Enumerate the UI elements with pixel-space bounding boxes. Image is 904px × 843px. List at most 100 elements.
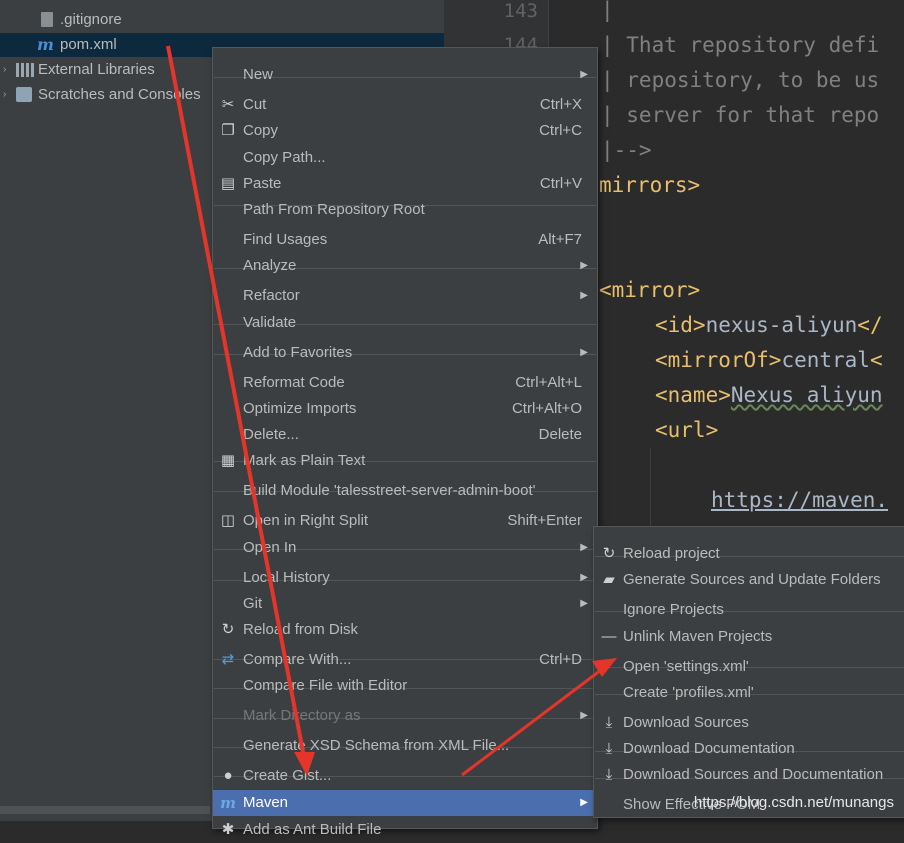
- copy-icon: ❐: [221, 122, 235, 139]
- menu-item-validate[interactable]: Validate: [213, 310, 597, 336]
- compare-icon: ⇄: [221, 651, 235, 668]
- shortcut-label: Ctrl+V: [539, 175, 582, 192]
- menu-item-copy[interactable]: ❐ Copy Ctrl+C: [213, 118, 597, 144]
- menu-item-maven[interactable]: m Maven ▶: [213, 790, 597, 816]
- menu-item-local-history[interactable]: Local History ▶: [213, 565, 597, 591]
- menu-item-label: Unlink Maven Projects: [623, 628, 773, 645]
- code-line-url[interactable]: https://maven.: [711, 488, 888, 512]
- chevron-right-icon[interactable]: ›: [3, 83, 6, 107]
- github-icon: ●: [223, 767, 233, 784]
- code-line: | repository, to be us: [601, 68, 880, 92]
- shortcut-label: Ctrl+Alt+L: [515, 374, 582, 391]
- maven-submenu: ↻ Reload project ▰ Generate Sources and Upd…: [593, 526, 904, 818]
- menu-item-label: Paste: [243, 175, 282, 192]
- menu-item-download-sources[interactable]: ⤓ Download Sources: [594, 710, 904, 736]
- menu-item-create-gist[interactable]: ● Create Gist...: [213, 763, 597, 789]
- menu-item-path-from-repository-root[interactable]: Path From Repository Root: [213, 197, 597, 223]
- menu-item-open-settings-xml[interactable]: Open 'settings.xml': [594, 654, 904, 680]
- menu-item-build-module-talesstreet-server-admin-boot[interactable]: Build Module 'talesstreet-server-admin-b…: [213, 478, 597, 504]
- menu-item-new[interactable]: New ▶: [213, 62, 597, 88]
- menu-item-label: Find Usages: [243, 231, 328, 248]
- gitignore-file-icon: [41, 12, 53, 27]
- menu-item-label: Path From Repository Root: [243, 201, 425, 218]
- shortcut-label: Shift+Enter: [507, 512, 582, 529]
- menu-item-label: Download Sources and Documentation: [623, 766, 884, 783]
- menu-item-open-in-right-split[interactable]: ◫ Open in Right Split Shift+Enter: [213, 508, 597, 534]
- menu-item-compare-with[interactable]: ⇄ Compare With... Ctrl+D: [213, 647, 597, 673]
- shortcut-label: Ctrl+Alt+O: [511, 400, 582, 417]
- tree-item-label: .gitignore: [60, 11, 122, 28]
- maven-file-icon: m: [37, 35, 54, 54]
- menu-item-label: Compare File with Editor: [243, 677, 408, 694]
- line-number: 143: [503, 0, 538, 22]
- menu-item-download-documentation[interactable]: ⤓ Download Documentation: [594, 736, 904, 762]
- menu-item-analyze[interactable]: Analyze ▶: [213, 253, 597, 279]
- menu-item-label: Mark as Plain Text: [243, 452, 366, 469]
- menu-item-label: Generate Sources and Update Folders: [623, 571, 881, 588]
- shortcut-label: Ctrl+X: [539, 96, 582, 113]
- menu-item-mark-as-plain-text[interactable]: ▦ Mark as Plain Text: [213, 448, 597, 474]
- menu-item-label: Cut: [243, 96, 267, 113]
- submenu-arrow-icon: ▶: [580, 290, 588, 301]
- menu-item-label: Reformat Code: [243, 374, 345, 391]
- minus-icon: —: [601, 628, 617, 645]
- menu-item-label: Create Gist...: [243, 767, 332, 784]
- submenu-arrow-icon: ▶: [580, 710, 588, 721]
- horizontal-scrollbar[interactable]: [0, 806, 210, 814]
- menu-item-label: Build Module 'talesstreet-server-admin-b…: [243, 482, 536, 499]
- code-line: mirrors>: [599, 173, 701, 197]
- menu-item-label: Mark Directory as: [243, 707, 361, 724]
- menu-item-label: Compare With...: [243, 651, 352, 668]
- tree-item-gitignore[interactable]: .gitignore: [0, 8, 444, 32]
- menu-item-add-to-favorites[interactable]: Add to Favorites ▶: [213, 340, 597, 366]
- menu-item-download-sources-and-documentation[interactable]: ⤓ Download Sources and Documentation: [594, 762, 904, 788]
- menu-item-generate-sources-and-update-folders[interactable]: ▰ Generate Sources and Update Folders: [594, 567, 904, 593]
- submenu-arrow-icon: ▶: [580, 572, 588, 583]
- shortcut-label: Delete: [538, 426, 582, 443]
- shortcut-label: Ctrl+C: [539, 122, 582, 139]
- download-icon: ⤓: [605, 740, 613, 757]
- code-line: |-->: [601, 138, 652, 162]
- menu-item-git[interactable]: Git ▶: [213, 591, 597, 617]
- download-icon: ⤓: [605, 714, 613, 731]
- menu-item-cut[interactable]: ✂ Cut Ctrl+X: [213, 92, 597, 118]
- menu-item-ignore-projects[interactable]: Ignore Projects: [594, 597, 904, 623]
- tree-item-label: pom.xml: [60, 36, 117, 53]
- menu-item-label: Create 'profiles.xml': [623, 684, 754, 701]
- submenu-arrow-icon: ▶: [580, 69, 588, 80]
- menu-item-label: Maven: [243, 794, 289, 811]
- menu-item-open-in[interactable]: Open In ▶: [213, 535, 597, 561]
- menu-item-delete[interactable]: Delete... Delete: [213, 422, 597, 448]
- code-line: | That repository defi: [601, 33, 880, 57]
- menu-item-copy-path[interactable]: Copy Path...: [213, 145, 597, 171]
- download-icon: ⤓: [605, 766, 613, 783]
- menu-item-generate-xsd-schema-from-xml-file[interactable]: Generate XSD Schema from XML File...: [213, 733, 597, 759]
- menu-item-unlink-maven-projects[interactable]: — Unlink Maven Projects: [594, 624, 904, 650]
- code-line: <mirrorOf>central<: [655, 348, 883, 372]
- menu-item-mark-directory-as: Mark Directory as ▶: [213, 703, 597, 729]
- context-menu: New ▶ ✂ Cut Ctrl+X ❐ Copy Ctrl+C Copy Path... ▤ Pa…: [212, 47, 598, 838]
- code-line: |: [601, 0, 614, 22]
- menu-item-label: Open 'settings.xml': [623, 658, 749, 675]
- reload-icon: ↻: [602, 545, 616, 562]
- chevron-right-icon[interactable]: ›: [3, 58, 6, 82]
- menu-item-compare-file-with-editor[interactable]: Compare File with Editor: [213, 673, 597, 699]
- maven-icon: m: [220, 794, 236, 812]
- menu-item-find-usages[interactable]: Find Usages Alt+F7: [213, 227, 597, 253]
- reload-icon: ↻: [221, 621, 235, 638]
- menu-item-create-profiles-xml[interactable]: Create 'profiles.xml': [594, 680, 904, 706]
- submenu-arrow-icon: ▶: [580, 542, 588, 553]
- menu-item-label: Copy: [243, 122, 279, 139]
- code-line: | server for that repo: [601, 103, 880, 127]
- menu-item-optimize-imports[interactable]: Optimize Imports Ctrl+Alt+O: [213, 396, 597, 422]
- menu-item-reformat-code[interactable]: Reformat Code Ctrl+Alt+L: [213, 370, 597, 396]
- menu-item-reload-project[interactable]: ↻ Reload project: [594, 541, 904, 567]
- menu-item-label: Validate: [243, 314, 297, 331]
- menu-item-label: Copy Path...: [243, 149, 326, 166]
- menu-item-refactor[interactable]: Refactor ▶: [213, 283, 597, 309]
- split-icon: ◫: [220, 512, 236, 529]
- submenu-arrow-icon: ▶: [580, 797, 588, 808]
- menu-item-paste[interactable]: ▤ Paste Ctrl+V: [213, 171, 597, 197]
- menu-item-reload-from-disk[interactable]: ↻ Reload from Disk: [213, 617, 597, 643]
- menu-item-label: Local History: [243, 569, 330, 586]
